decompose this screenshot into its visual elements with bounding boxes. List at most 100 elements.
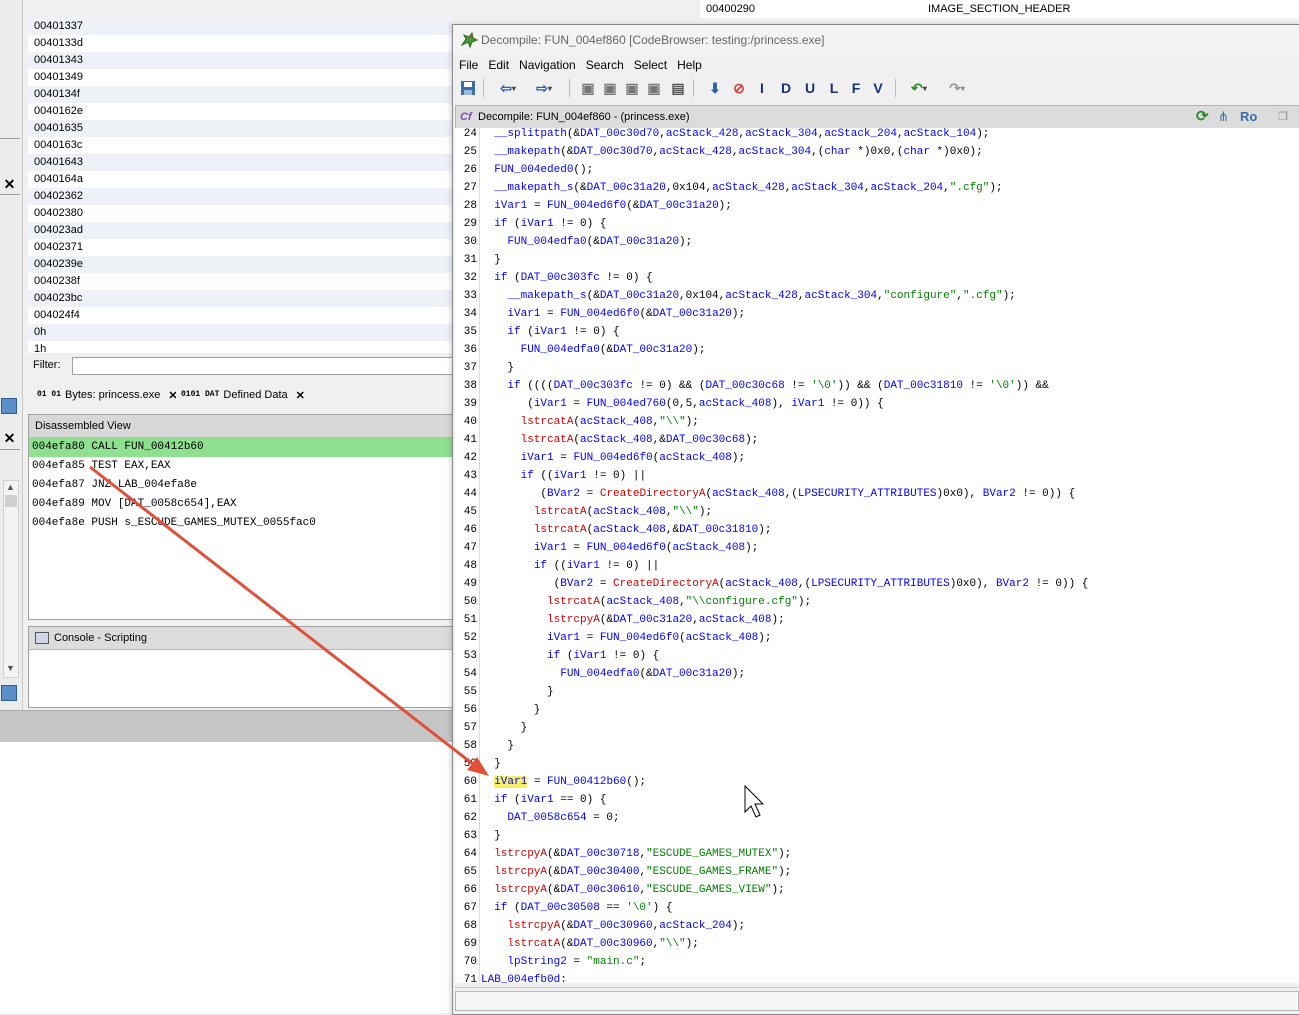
- code-line[interactable]: 35 if (iVar1 != 0) {: [455, 323, 620, 341]
- code-line[interactable]: 52 iVar1 = FUN_004ed6f0(acStack_408);: [455, 629, 772, 647]
- code-text[interactable]: iVar1 = FUN_004ed6f0(&DAT_00c31a20);: [481, 197, 732, 215]
- code-line[interactable]: 46 lstrcatA(acStack_408,&DAT_00c31810);: [455, 521, 772, 539]
- code-line[interactable]: 60 iVar1 = FUN_00412b60();: [455, 773, 646, 791]
- code-text[interactable]: if ((iVar1 != 0) ||: [481, 557, 659, 575]
- toolbar-letter-u[interactable]: U: [801, 78, 819, 98]
- code-text[interactable]: iVar1 = FUN_004ed6f0(&DAT_00c31a20);: [481, 305, 745, 323]
- menu-help[interactable]: Help: [677, 58, 702, 72]
- stop-icon[interactable]: ⊘: [731, 78, 747, 98]
- code-text[interactable]: lstrcpyA(&DAT_00c30400,"ESCUDE_GAMES_FRA…: [481, 863, 791, 881]
- code-text[interactable]: if (iVar1 != 0) {: [481, 323, 619, 341]
- code-line[interactable]: 42 iVar1 = FUN_004ed6f0(acStack_408);: [455, 449, 745, 467]
- code-text[interactable]: if ((iVar1 != 0) ||: [481, 467, 646, 485]
- read-only-button[interactable]: Ro: [1240, 106, 1257, 128]
- address-row[interactable]: 00401337: [28, 18, 454, 35]
- undo-icon[interactable]: ↶ ▾: [903, 78, 935, 98]
- code-text[interactable]: FUN_004edfa0(&DAT_00c31a20);: [481, 341, 706, 359]
- code-text[interactable]: if ((((DAT_00c303fc != 0) && (DAT_00c30c…: [481, 377, 1048, 395]
- code-text[interactable]: DAT_0058c654 = 0;: [481, 809, 619, 827]
- code-text[interactable]: }: [481, 701, 541, 719]
- disassembly-line[interactable]: 004efa85 TEST EAX,EAX: [29, 457, 455, 476]
- snapshot-icon[interactable]: [1, 685, 17, 701]
- code-text[interactable]: if (iVar1 != 0) {: [481, 215, 606, 233]
- code-line[interactable]: 56 }: [455, 701, 541, 719]
- prev-function-icon[interactable]: ▣: [579, 78, 597, 98]
- code-line[interactable]: 63 }: [455, 827, 501, 845]
- code-line[interactable]: 24 __splitpath(&DAT_00c30d70,acStack_428…: [455, 128, 990, 143]
- bookmark-icon[interactable]: ▤: [669, 78, 687, 98]
- scroll-up-icon[interactable]: ▲: [6, 482, 15, 492]
- code-text[interactable]: iVar1 = FUN_004ed6f0(acStack_408);: [481, 449, 745, 467]
- code-line[interactable]: 59 }: [455, 755, 501, 773]
- code-text[interactable]: lstrcatA(acStack_408,&DAT_00c30c68);: [481, 431, 759, 449]
- code-view[interactable]: 24 __splitpath(&DAT_00c30d70,acStack_428…: [455, 128, 1299, 983]
- code-text[interactable]: __makepath_s(&DAT_00c31a20,0x104,acStack…: [481, 179, 1002, 197]
- code-line[interactable]: 53 if (iVar1 != 0) {: [455, 647, 659, 665]
- code-line[interactable]: 68 lstrcpyA(&DAT_00c30960,acStack_204);: [455, 917, 745, 935]
- code-text[interactable]: if (iVar1 == 0) {: [481, 791, 606, 809]
- code-line[interactable]: 61 if (iVar1 == 0) {: [455, 791, 607, 809]
- close-icon[interactable]: ✕: [1, 430, 18, 447]
- code-line[interactable]: 30 FUN_004edfa0(&DAT_00c31a20);: [455, 233, 692, 251]
- code-line[interactable]: 62 DAT_0058c654 = 0;: [455, 809, 620, 827]
- code-line[interactable]: 29 if (iVar1 != 0) {: [455, 215, 607, 233]
- toolbar-letter-f[interactable]: F: [847, 78, 865, 98]
- code-text[interactable]: lstrcatA(acStack_408,"\\");: [481, 413, 699, 431]
- toolbar-letter-l[interactable]: L: [825, 78, 843, 98]
- address-row[interactable]: 0h: [28, 324, 454, 341]
- code-text[interactable]: (iVar1 = FUN_004ed760(0,5,acStack_408), …: [481, 395, 884, 413]
- code-line[interactable]: 32 if (DAT_00c303fc != 0) {: [455, 269, 653, 287]
- code-line[interactable]: 31 }: [455, 251, 501, 269]
- code-text[interactable]: FUN_004eded0();: [481, 161, 593, 179]
- code-line[interactable]: 65 lstrcpyA(&DAT_00c30400,"ESCUDE_GAMES_…: [455, 863, 791, 881]
- save-icon[interactable]: [459, 78, 477, 98]
- copy-icon[interactable]: ❐: [1278, 106, 1288, 128]
- address-row[interactable]: 0040133d: [28, 35, 454, 52]
- address-row[interactable]: 00402371: [28, 239, 454, 256]
- code-text[interactable]: LAB_004efb0d:: [481, 971, 567, 983]
- disassembly-line[interactable]: 004efa89 MOV [DAT_0058c654],EAX: [29, 495, 455, 514]
- toolbar-letter-d[interactable]: D: [777, 78, 795, 98]
- code-line[interactable]: 64 lstrcpyA(&DAT_00c30718,"ESCUDE_GAMES_…: [455, 845, 791, 863]
- code-text[interactable]: if (iVar1 != 0) {: [481, 647, 659, 665]
- code-line[interactable]: 44 (BVar2 = CreateDirectoryA(acStack_408…: [455, 485, 1075, 503]
- address-row[interactable]: 00402362: [28, 188, 454, 205]
- code-text[interactable]: }: [481, 737, 514, 755]
- refresh-icon[interactable]: ⟳: [1196, 106, 1209, 128]
- code-line[interactable]: 36 FUN_004edfa0(&DAT_00c31a20);: [455, 341, 706, 359]
- code-text[interactable]: lpString2 = "main.c";: [481, 953, 646, 971]
- next-instruction-icon[interactable]: ▣: [645, 78, 663, 98]
- close-icon[interactable]: ✕: [296, 389, 305, 402]
- address-row[interactable]: 0040164a: [28, 171, 454, 188]
- address-row[interactable]: 00401635: [28, 120, 454, 137]
- disassembly-line[interactable]: 004efa80 CALL FUN_00412b60: [29, 438, 455, 457]
- tab-bytes[interactable]: 01 01 Bytes: princess.exe ✕: [32, 385, 183, 405]
- back-arrow-icon[interactable]: ⇦ ▾: [493, 78, 523, 98]
- graph-icon[interactable]: ⋔: [1218, 106, 1229, 128]
- code-text[interactable]: }: [481, 251, 501, 269]
- window-titlebar[interactable]: Decompile: FUN_004ef860 [CodeBrowser: te…: [453, 25, 1299, 55]
- down-arrow-icon[interactable]: ⬇: [707, 78, 723, 98]
- code-text[interactable]: FUN_004edfa0(&DAT_00c31a20);: [481, 233, 692, 251]
- code-text[interactable]: __splitpath(&DAT_00c30d70,acStack_428,ac…: [481, 128, 989, 143]
- address-row[interactable]: 1h: [28, 341, 454, 353]
- toolbar-letter-i[interactable]: I: [753, 78, 771, 98]
- code-line[interactable]: 57 }: [455, 719, 527, 737]
- code-line[interactable]: 54 FUN_004edfa0(&DAT_00c31a20);: [455, 665, 745, 683]
- code-text[interactable]: (BVar2 = CreateDirectoryA(acStack_408,(L…: [481, 575, 1089, 593]
- menu-select[interactable]: Select: [634, 58, 667, 72]
- code-line[interactable]: 40 lstrcatA(acStack_408,"\\");: [455, 413, 699, 431]
- disassembly-line[interactable]: 004efa8e PUSH s_ESCUDE_GAMES_MUTEX_0055f…: [29, 514, 455, 533]
- code-line[interactable]: 43 if ((iVar1 != 0) ||: [455, 467, 646, 485]
- code-text[interactable]: }: [481, 359, 514, 377]
- code-line[interactable]: 25 __makepath(&DAT_00c30d70,acStack_428,…: [455, 143, 983, 161]
- code-text[interactable]: }: [481, 683, 554, 701]
- address-row[interactable]: 00401349: [28, 69, 454, 86]
- address-row[interactable]: 004024f4: [28, 307, 454, 324]
- code-line[interactable]: 66 lstrcpyA(&DAT_00c30610,"ESCUDE_GAMES_…: [455, 881, 785, 899]
- code-text[interactable]: if (DAT_00c30508 == '\0') {: [481, 899, 672, 917]
- code-text[interactable]: }: [481, 719, 528, 737]
- code-text[interactable]: FUN_004edfa0(&DAT_00c31a20);: [481, 665, 745, 683]
- close-icon[interactable]: ✕: [1, 176, 18, 193]
- code-line[interactable]: 37 }: [455, 359, 514, 377]
